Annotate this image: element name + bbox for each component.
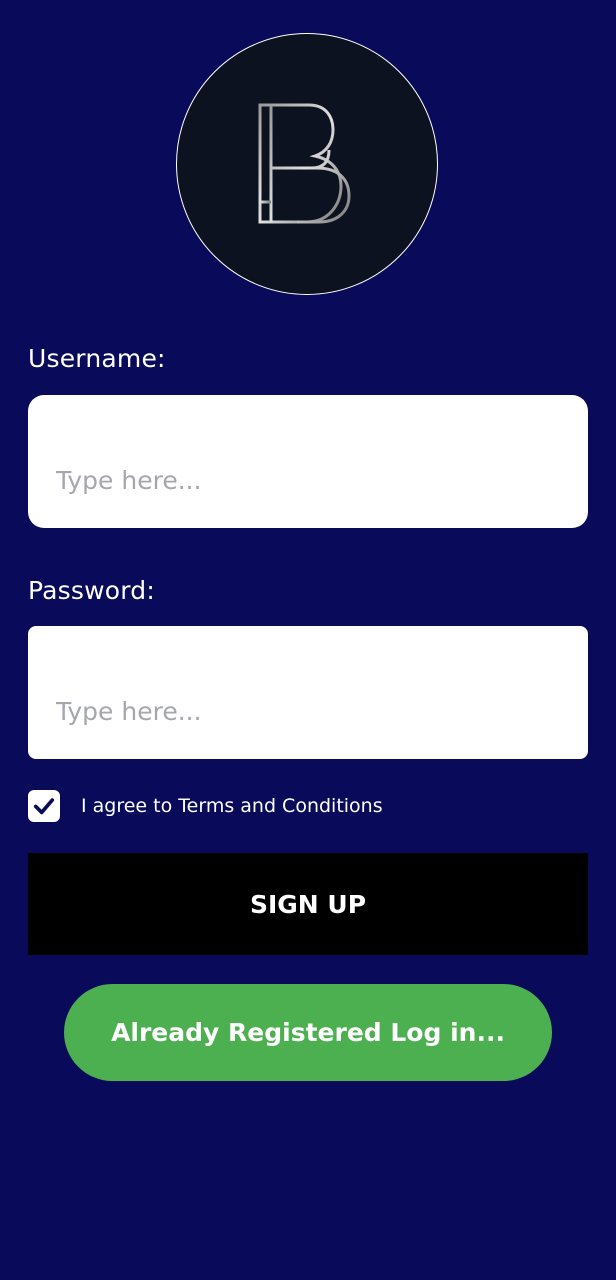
bb-monogram-icon <box>258 103 351 224</box>
terms-checkbox[interactable] <box>28 790 60 822</box>
terms-agreement-row: I agree to Terms and Conditions <box>28 790 383 822</box>
password-label: Password: <box>28 576 155 605</box>
username-label: Username: <box>28 344 166 373</box>
terms-agreement-text[interactable]: I agree to Terms and Conditions <box>81 795 383 817</box>
login-button[interactable]: Already Registered Log in... <box>64 984 552 1081</box>
signup-button[interactable]: SIGN UP <box>28 853 588 955</box>
password-field-container[interactable] <box>28 626 588 759</box>
app-logo <box>176 33 438 295</box>
password-input[interactable] <box>28 626 588 759</box>
checkmark-icon <box>33 798 55 815</box>
username-field-container[interactable] <box>28 395 588 528</box>
username-input[interactable] <box>28 395 588 528</box>
